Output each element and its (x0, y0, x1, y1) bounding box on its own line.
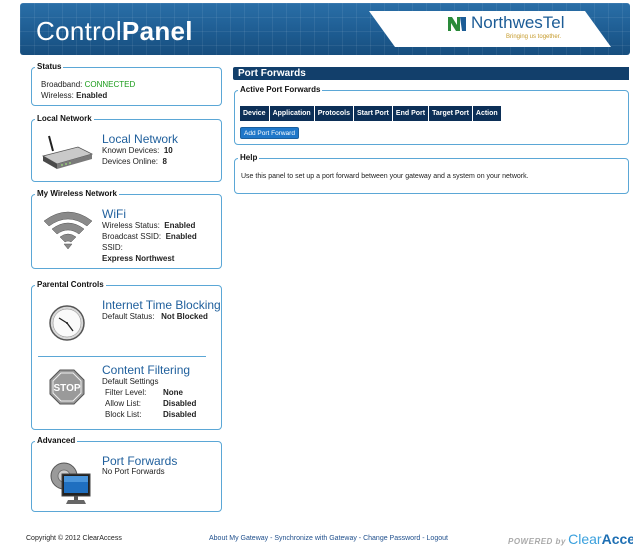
status-panel: Status Broadband: CONNECTED Wireless: En… (31, 62, 222, 106)
known-devices: Known Devices: 10 (102, 146, 173, 155)
no-port-forwards-text: No Port Forwards (102, 467, 165, 476)
devices-online: Devices Online: 8 (102, 157, 167, 166)
help-text: Use this panel to set up a port forward … (241, 173, 529, 180)
wireless-panel[interactable]: My Wireless Network WiFi Wireless Status… (31, 189, 222, 269)
allow-list-row: Allow List: Disabled (105, 399, 197, 408)
active-port-forwards-legend: Active Port Forwards (238, 85, 323, 94)
brand-name: NorthwesTel (471, 13, 565, 32)
wireless-status: Wireless: Enabled (41, 91, 108, 100)
parental-controls-panel: Parental Controls Internet Time Blocking… (31, 280, 222, 430)
broadband-value: CONNECTED (84, 80, 136, 89)
col-application[interactable]: Application (269, 106, 314, 121)
logout-link[interactable]: Logout (427, 535, 448, 542)
stop-sign-icon: STOP (49, 369, 85, 405)
brand-logo: NorthwesTel Bringing us together. (369, 11, 611, 47)
wifi-title[interactable]: WiFi (102, 207, 126, 221)
help-legend: Help (238, 153, 260, 162)
local-network-title[interactable]: Local Network (102, 132, 178, 146)
wireless-status-row: Wireless Status: Enabled (102, 221, 196, 230)
change-password-link[interactable]: Change Password (363, 535, 420, 542)
wireless-legend: My Wireless Network (35, 189, 119, 198)
svg-text:STOP: STOP (53, 383, 80, 394)
router-icon (41, 135, 94, 169)
parental-divider (38, 356, 206, 357)
filter-level-row: Filter Level: None (105, 388, 183, 397)
synchronize-link[interactable]: Synchronize with Gateway (274, 535, 356, 542)
itb-default-status: Default Status: Not Blocked (102, 312, 208, 321)
col-action[interactable]: Action (472, 106, 501, 121)
ssid-label: SSID: (102, 243, 123, 252)
cf-default-settings: Default Settings (102, 377, 159, 386)
clock-icon (49, 305, 85, 341)
port-forwards-table-header: Device Application Protocols Start Port … (240, 106, 502, 121)
help-panel: Help Use this panel to set up a port for… (234, 153, 629, 194)
broadband-status: Broadband: CONNECTED (41, 80, 136, 89)
broadcast-ssid-row: Broadcast SSID: Enabled (102, 232, 197, 241)
wireless-value: Enabled (76, 91, 108, 100)
computer-icon (50, 462, 91, 504)
footer-links: About My Gateway - Synchronize with Gate… (209, 535, 448, 542)
port-forwards-title[interactable]: Port Forwards (102, 454, 177, 468)
local-network-legend: Local Network (35, 114, 94, 123)
col-protocols[interactable]: Protocols (314, 106, 353, 121)
content-filtering-title[interactable]: Content Filtering (102, 363, 190, 377)
block-list-row: Block List: Disabled (105, 410, 197, 419)
col-end-port[interactable]: End Port (392, 106, 429, 121)
col-target-port[interactable]: Target Port (429, 106, 472, 121)
northwestel-logo-icon (448, 17, 466, 31)
col-start-port[interactable]: Start Port (354, 106, 392, 121)
copyright-text: Copyright © 2012 ClearAccess (26, 535, 122, 542)
status-legend: Status (35, 62, 64, 71)
about-gateway-link[interactable]: About My Gateway (209, 535, 268, 542)
header-banner: ControlPanel NorthwesTel Bringing us tog… (20, 3, 630, 55)
powered-by-clearaccess: POWERED by ClearAccess (508, 531, 633, 547)
advanced-legend: Advanced (35, 436, 78, 445)
advanced-panel[interactable]: Advanced Port Forwards No Port Forwards (31, 436, 222, 512)
port-forwards-header: Port Forwards (233, 67, 629, 80)
brand-tagline: Bringing us together. (506, 34, 562, 40)
wifi-icon (43, 211, 93, 250)
local-network-panel[interactable]: Local Network Local Network Known Device… (31, 114, 222, 182)
app-title: ControlPanel (36, 16, 193, 46)
parental-controls-legend: Parental Controls (35, 280, 106, 289)
add-port-forward-button[interactable]: Add Port Forward (240, 127, 299, 139)
col-device[interactable]: Device (240, 106, 269, 121)
ssid-value: Express Northwest (102, 254, 175, 263)
internet-time-blocking-title[interactable]: Internet Time Blocking (102, 298, 221, 312)
